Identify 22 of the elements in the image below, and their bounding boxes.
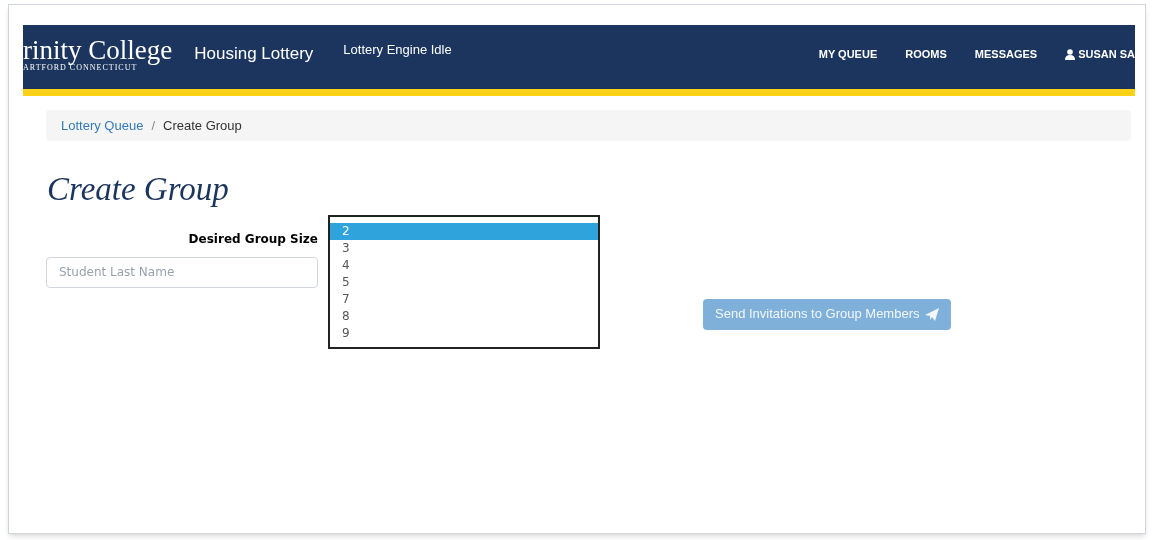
group-size-option[interactable]: 4 <box>330 256 598 274</box>
user-icon <box>1065 48 1076 60</box>
nav-link[interactable]: MESSAGES <box>974 45 1038 63</box>
breadcrumb-link[interactable]: Lottery Queue <box>61 115 144 136</box>
breadcrumb-current: Create Group <box>163 116 242 135</box>
logo-text: rinity College <box>23 36 173 64</box>
group-size-label: Desired Group Size <box>188 230 318 248</box>
user-menu-link[interactable]: SUSAN SA <box>1065 45 1135 63</box>
nav-link[interactable]: MY QUEUE <box>818 45 878 63</box>
group-size-option[interactable]: 9 <box>330 324 598 342</box>
engine-status: Lottery Engine Idle <box>343 41 452 60</box>
last-name-field[interactable]: Student Last Name <box>46 256 318 288</box>
group-size-listbox[interactable]: 2 3 4 5 7 8 9 <box>328 214 600 349</box>
group-size-option[interactable]: 8 <box>330 307 598 325</box>
nav-link[interactable]: ROOMS <box>905 45 947 63</box>
breadcrumb-separator: / <box>151 116 155 135</box>
send-icon <box>924 307 939 321</box>
group-size-option[interactable]: 7 <box>330 290 598 308</box>
app-title-link[interactable]: Housing Lottery <box>194 41 314 67</box>
page-heading: Create Group <box>47 170 230 209</box>
group-size-option[interactable]: 5 <box>330 273 598 291</box>
group-size-option[interactable]: 3 <box>330 239 598 257</box>
